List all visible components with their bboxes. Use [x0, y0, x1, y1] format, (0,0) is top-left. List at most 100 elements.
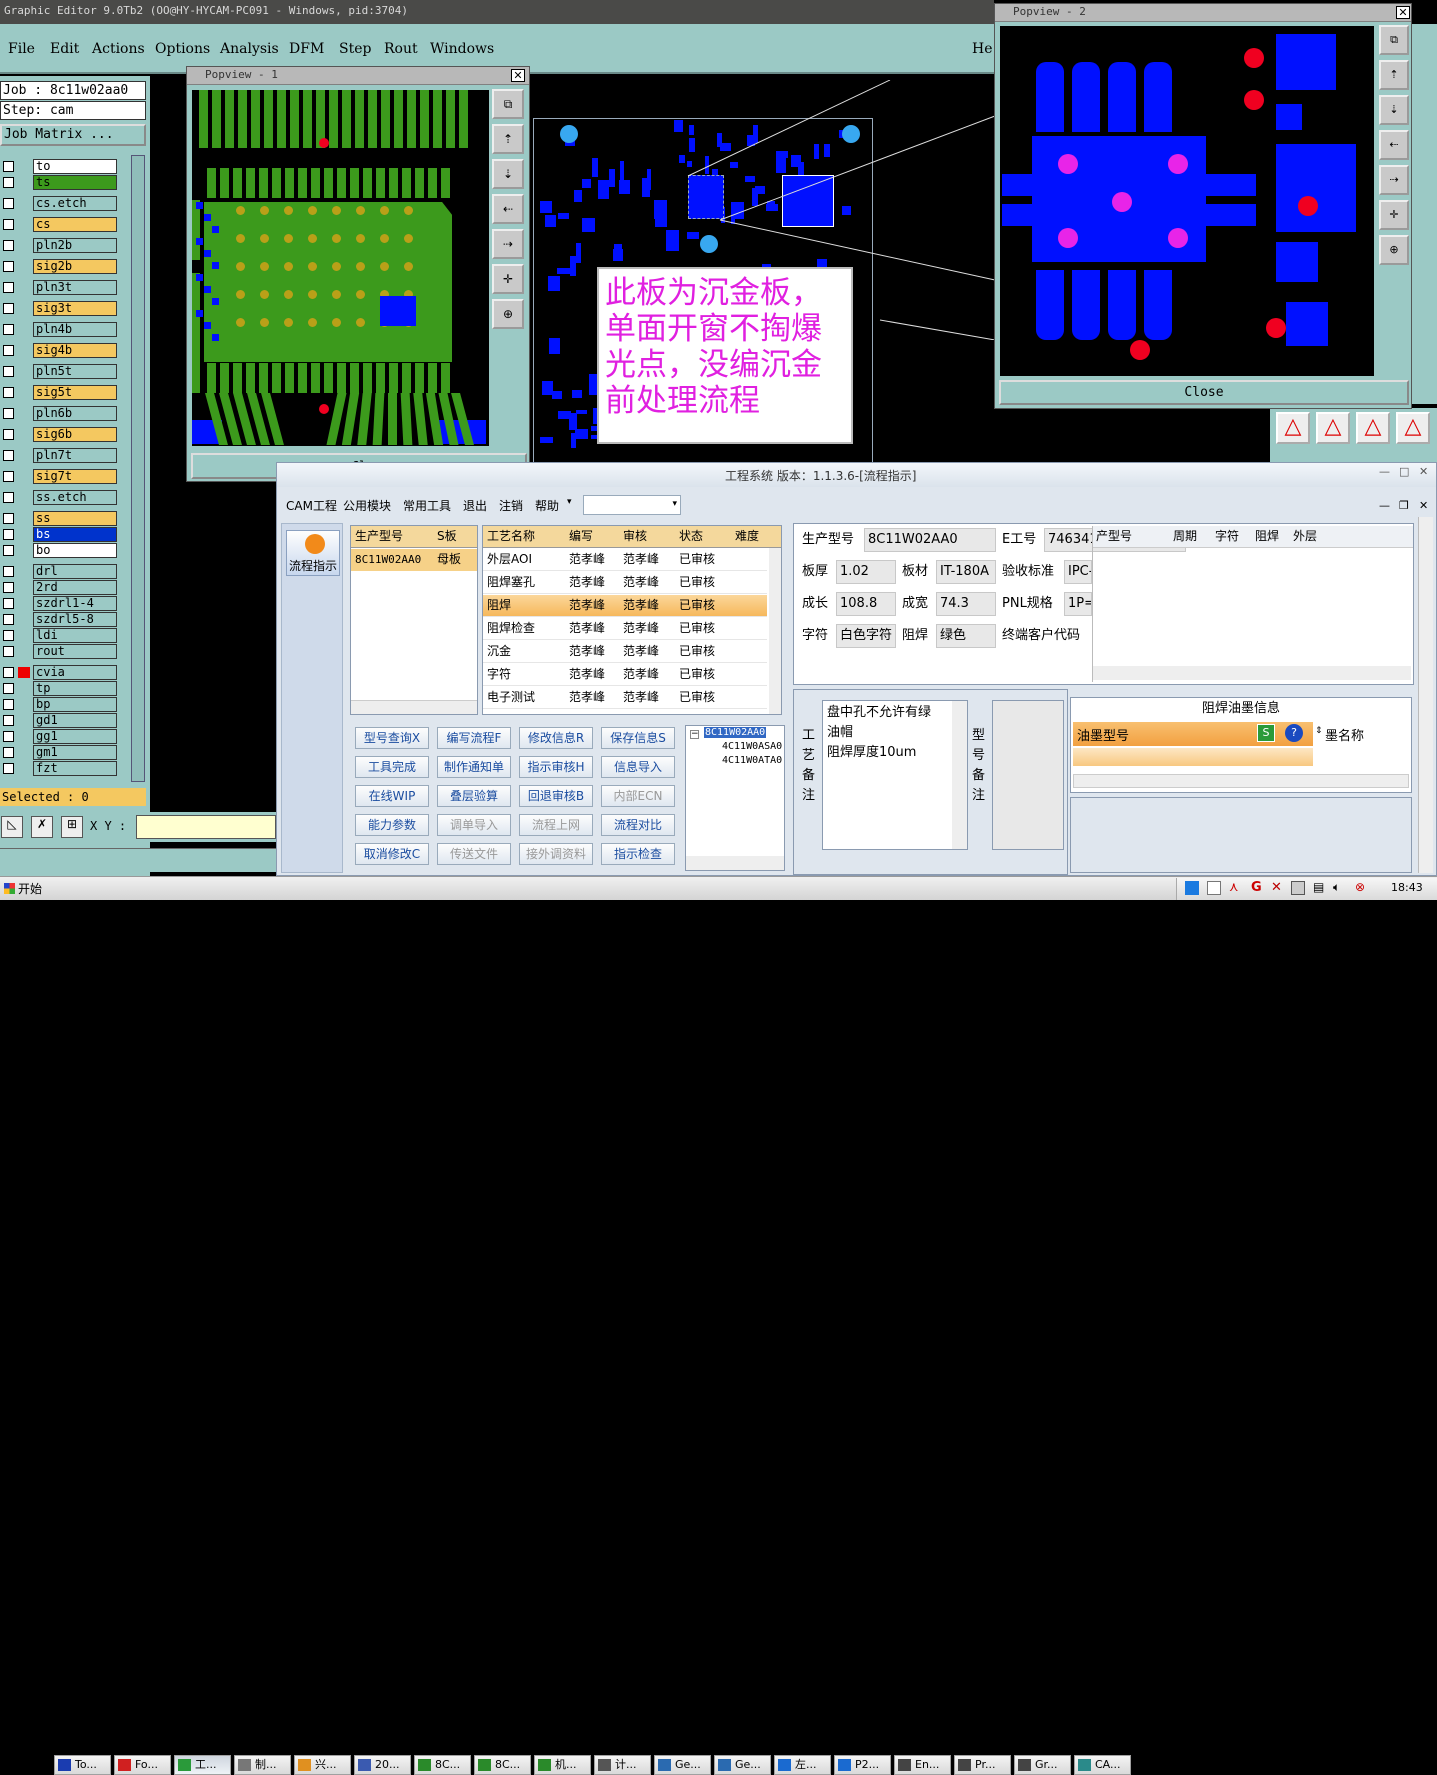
- layer-row[interactable]: sig5t: [0, 385, 118, 400]
- layer-checkbox[interactable]: [3, 429, 14, 440]
- taskbar-item[interactable]: To...: [54, 1755, 111, 1775]
- process-table-vscroll[interactable]: [769, 548, 781, 714]
- layer-row[interactable]: pln4b: [0, 322, 118, 337]
- popview2-close-button[interactable]: Close: [999, 380, 1409, 405]
- col-prod-type[interactable]: 产型号: [1096, 525, 1132, 548]
- layer-row[interactable]: szdrl5-8: [0, 612, 118, 627]
- col-ink-name[interactable]: 墨名称: [1325, 725, 1364, 744]
- action-button[interactable]: 回退审核B: [519, 785, 593, 807]
- layer-row[interactable]: cvia: [0, 665, 118, 680]
- process-indicator-button[interactable]: 流程指示: [286, 530, 340, 576]
- taskbar-item[interactable]: En...: [894, 1755, 951, 1775]
- layer-checkbox[interactable]: [3, 566, 14, 577]
- tree-node-child-2[interactable]: 4C11W0ATA0: [722, 755, 782, 766]
- popview2-close-icon[interactable]: ✕: [1396, 6, 1410, 19]
- layer-row[interactable]: sig4b: [0, 343, 118, 358]
- pv1-zoom-icon[interactable]: ⧉: [492, 89, 524, 119]
- layer-checkbox[interactable]: [3, 699, 14, 710]
- eng-close-icon[interactable]: ✕: [1419, 465, 1428, 478]
- tree-node-root[interactable]: 8C11W02AA0: [704, 727, 767, 738]
- layer-checkbox[interactable]: [3, 614, 14, 625]
- layer-checkbox[interactable]: [3, 545, 14, 556]
- eng-menu-exit[interactable]: 退出: [463, 497, 487, 514]
- table-row[interactable]: 字符 范孝峰 范孝峰 已审核: [483, 664, 767, 686]
- col-status[interactable]: 状态: [679, 526, 703, 548]
- security-icon[interactable]: ⊗: [1355, 880, 1365, 894]
- action-button[interactable]: 传送文件: [437, 843, 511, 865]
- tray-app-icon-1[interactable]: [1185, 881, 1199, 895]
- action-button[interactable]: 取消修改C: [355, 843, 429, 865]
- taskbar-item[interactable]: 20...: [354, 1755, 411, 1775]
- material-field[interactable]: IT-180A: [936, 560, 996, 584]
- layer-row[interactable]: fzt: [0, 761, 118, 776]
- action-button[interactable]: 指示检查: [601, 843, 675, 865]
- taskbar-item[interactable]: 制...: [234, 1755, 291, 1775]
- ink-spin-icon[interactable]: ⇕: [1315, 726, 1323, 736]
- layer-row[interactable]: sig2b: [0, 259, 118, 274]
- start-button[interactable]: 开始: [2, 879, 46, 899]
- ink-hscroll[interactable]: [1073, 774, 1409, 788]
- layer-row[interactable]: 2rd: [0, 580, 118, 595]
- layer-checkbox[interactable]: [3, 408, 14, 419]
- layer-row[interactable]: ss.etch: [0, 490, 118, 505]
- save-icon[interactable]: S: [1257, 724, 1275, 742]
- layer-checkbox[interactable]: [3, 646, 14, 657]
- layer-checkbox[interactable]: [3, 529, 14, 540]
- taskbar-item[interactable]: Ge...: [654, 1755, 711, 1775]
- layer-checkbox[interactable]: [3, 261, 14, 272]
- menu-help[interactable]: He: [972, 41, 993, 57]
- layer-row[interactable]: cs.etch: [0, 196, 118, 211]
- taskbar-item[interactable]: Pr...: [954, 1755, 1011, 1775]
- layer-checkbox[interactable]: [3, 324, 14, 335]
- action-button[interactable]: 叠层验算: [437, 785, 511, 807]
- layer-row[interactable]: bo: [0, 543, 118, 558]
- menu-actions[interactable]: Actions: [92, 41, 145, 57]
- action-button[interactable]: 工具完成: [355, 756, 429, 778]
- layer-row[interactable]: gg1: [0, 729, 118, 744]
- tray-app-icon-2[interactable]: [1207, 881, 1221, 895]
- triangle-tool-icon-4[interactable]: △: [1396, 412, 1430, 444]
- action-button[interactable]: 修改信息R: [519, 727, 593, 749]
- taskbar-item[interactable]: Ge...: [714, 1755, 771, 1775]
- eng-menu-cam[interactable]: CAM工程: [286, 497, 337, 514]
- action-button[interactable]: 指示审核H: [519, 756, 593, 778]
- pv2-pan-down-icon[interactable]: ⇣: [1379, 95, 1409, 125]
- layer-checkbox[interactable]: [3, 763, 14, 774]
- width-field[interactable]: 74.3: [936, 592, 996, 616]
- col-ink-model[interactable]: 油墨型号: [1077, 725, 1129, 744]
- layer-row[interactable]: pln3t: [0, 280, 118, 295]
- thickness-field[interactable]: 1.02: [836, 560, 896, 584]
- popview1-canvas[interactable]: [192, 90, 489, 446]
- layer-row[interactable]: sig7t: [0, 469, 118, 484]
- layer-checkbox[interactable]: [3, 198, 14, 209]
- layer-row[interactable]: sig6b: [0, 427, 118, 442]
- table-row[interactable]: 阻焊检查 范孝峰 范孝峰 已审核: [483, 618, 767, 640]
- pv2-pan-right-icon[interactable]: ⇢: [1379, 165, 1409, 195]
- grid-icon[interactable]: ⊞: [61, 816, 83, 838]
- layer-checkbox[interactable]: [3, 630, 14, 641]
- taskbar-item[interactable]: 机...: [534, 1755, 591, 1775]
- info-right-hscroll[interactable]: [1093, 666, 1411, 680]
- action-button[interactable]: 接外调资料: [519, 843, 593, 865]
- col-reviewer[interactable]: 审核: [623, 526, 647, 548]
- menu-edit[interactable]: Edit: [50, 41, 79, 57]
- col-cycle[interactable]: 周期: [1173, 525, 1197, 548]
- action-button[interactable]: 信息导入: [601, 756, 675, 778]
- layer-row[interactable]: pln7t: [0, 448, 118, 463]
- pv2-home-icon[interactable]: ⊕: [1379, 235, 1409, 265]
- job-matrix-button[interactable]: Job Matrix ...: [0, 124, 146, 146]
- eng-menu-logout[interactable]: 注销: [499, 497, 523, 514]
- col-outer[interactable]: 外层: [1293, 525, 1317, 548]
- pv1-home-icon[interactable]: ⊕: [492, 299, 524, 329]
- triangle-tool-icon-2[interactable]: △: [1316, 412, 1350, 444]
- layer-row[interactable]: gd1: [0, 713, 118, 728]
- taskbar-item[interactable]: 8C...: [474, 1755, 531, 1775]
- pv1-pan-right-icon[interactable]: ⇢: [492, 229, 524, 259]
- pv1-pan-left-icon[interactable]: ⇠: [492, 194, 524, 224]
- col-process-name[interactable]: 工艺名称: [487, 526, 535, 548]
- layer-checkbox[interactable]: [3, 667, 14, 678]
- taskbar-item[interactable]: P2...: [834, 1755, 891, 1775]
- tool-icon-2[interactable]: ✗: [31, 816, 53, 838]
- tray-app-icon-5[interactable]: ✕: [1271, 880, 1282, 895]
- taskbar-item[interactable]: 兴...: [294, 1755, 351, 1775]
